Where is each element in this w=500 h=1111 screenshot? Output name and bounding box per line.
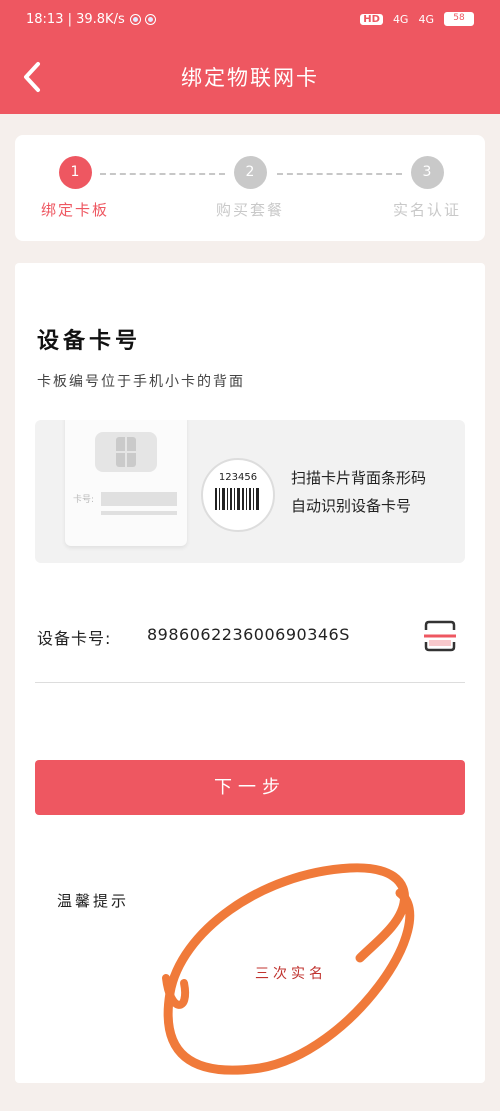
scan-instruction-line-2: 自动识别设备卡号 xyxy=(291,497,412,515)
step-1-circle: 1 xyxy=(58,156,92,189)
status-right: HD 4G 4G 58 xyxy=(360,12,474,26)
hd-badge: HD xyxy=(360,13,383,25)
device-card-number-field[interactable]: 设备卡号: 898606223600690346S xyxy=(35,603,465,683)
step-2: 2 购买套餐 xyxy=(210,156,290,220)
notification-icon-2 xyxy=(145,15,155,24)
step-1-label: 绑定卡板 xyxy=(40,201,109,219)
status-left: 18:13 | 39.8K/s xyxy=(26,12,155,27)
sim-card-illustration: 卡号: xyxy=(65,420,187,546)
status-bar: 18:13 | 39.8K/s HD 4G 4G 58 xyxy=(0,0,500,40)
card-number-label: 设备卡号: xyxy=(37,629,112,648)
notification-icon xyxy=(130,15,140,24)
barcode-icon xyxy=(215,488,261,510)
sim-chip-icon xyxy=(95,432,157,472)
page-title: 绑定物联网卡 xyxy=(181,66,319,90)
step-connector-2 xyxy=(277,173,402,175)
scan-icon[interactable] xyxy=(423,619,457,653)
step-2-label: 购买套餐 xyxy=(215,201,284,219)
scan-instruction-banner[interactable]: 卡号: 123456 扫描卡片背面条形码 自动识别设备卡号 xyxy=(35,420,465,563)
annotation-text: 三次实名 xyxy=(255,966,327,982)
step-3-circle: 3 xyxy=(410,156,444,189)
step-1: 1 绑定卡板 xyxy=(37,156,113,220)
battery-icon: 58 xyxy=(444,12,474,26)
step-2-circle: 2 xyxy=(233,156,267,189)
bind-card-form: 设备卡号 卡板编号位于手机小卡的背面 卡号: 123456 扫描卡片背面条形码 … xyxy=(15,263,485,1083)
barcode-number: 123456 xyxy=(218,472,258,483)
signal-icon-1: 4G xyxy=(392,12,409,26)
battery-text: 58 xyxy=(453,13,465,23)
sim-barcode-placeholder xyxy=(101,492,177,506)
status-time-speed: 18:13 | 39.8K/s xyxy=(26,12,125,27)
section-title: 设备卡号 xyxy=(37,329,142,354)
sim-barcode-underline xyxy=(101,511,177,515)
step-3-label: 实名认证 xyxy=(392,201,461,219)
scan-instruction-text: 扫描卡片背面条形码 自动识别设备卡号 xyxy=(291,464,426,520)
tips-title: 温馨提示 xyxy=(57,892,130,910)
next-step-button[interactable]: 下一步 xyxy=(35,760,465,815)
step-connector-1 xyxy=(100,173,225,175)
signal-icon-2: 4G xyxy=(418,12,434,26)
card-number-input[interactable]: 898606223600690346S xyxy=(147,625,350,644)
barcode-magnifier-icon: 123456 xyxy=(201,458,275,532)
section-subtitle: 卡板编号位于手机小卡的背面 xyxy=(37,374,245,390)
step-3: 3 实名认证 xyxy=(387,156,467,220)
sim-card-label: 卡号: xyxy=(73,495,95,505)
scan-instruction-line-1: 扫描卡片背面条形码 xyxy=(291,469,427,487)
steps-progress: 1 绑定卡板 2 购买套餐 3 实名认证 xyxy=(15,135,485,241)
